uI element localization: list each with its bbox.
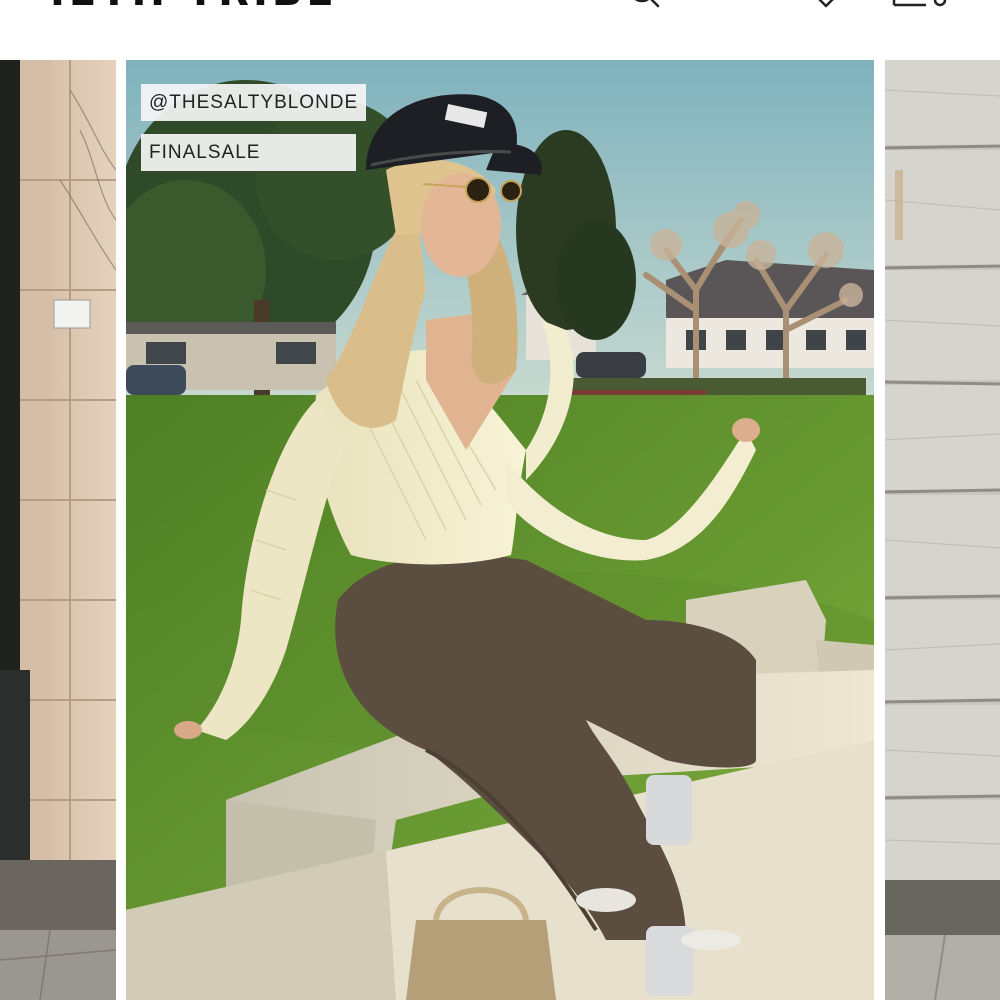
- carousel-slide-previous[interactable]: [0, 60, 116, 1000]
- tag-finalsale[interactable]: FINALSALE: [141, 134, 356, 171]
- brand-logo[interactable]: IETH TRIBE: [50, 0, 338, 18]
- wood-plank-wall-photo: [885, 60, 1000, 1000]
- woman-sitting-on-bench-photo: [126, 60, 874, 1000]
- heart-icon[interactable]: [806, 0, 846, 16]
- bag-icon[interactable]: [890, 0, 950, 16]
- building-facade-photo: [0, 60, 116, 1000]
- top-header: IETH TRIBE: [0, 0, 1000, 60]
- carousel-slide-current[interactable]: @THESALTYBLONDE FINALSALE: [126, 60, 874, 1000]
- carousel-slide-next[interactable]: [885, 60, 1000, 1000]
- search-icon[interactable]: [628, 0, 668, 16]
- tag-username[interactable]: @THESALTYBLONDE: [141, 84, 367, 121]
- image-carousel[interactable]: @THESALTYBLONDE FINALSALE: [0, 60, 1000, 1000]
